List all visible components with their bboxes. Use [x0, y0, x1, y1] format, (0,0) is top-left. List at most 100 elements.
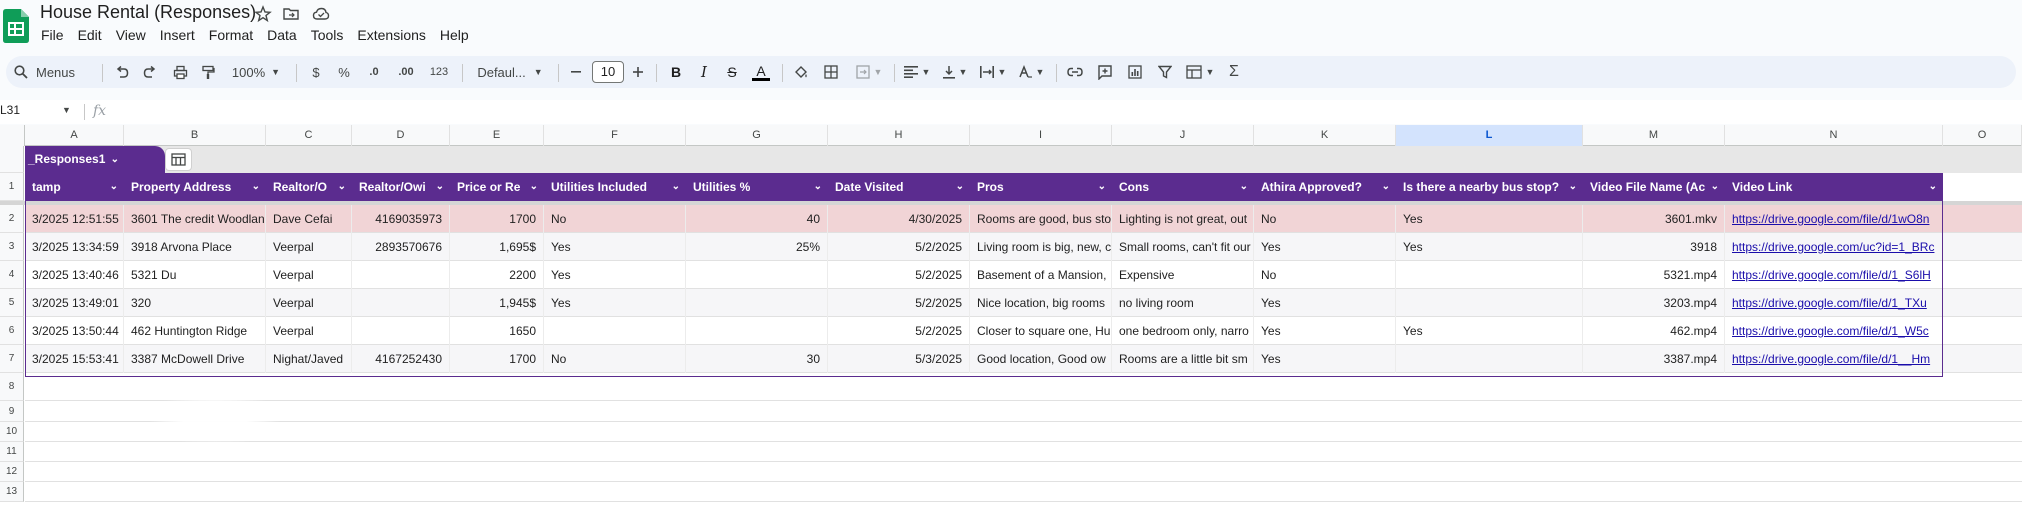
table-cell[interactable]: 3601 The credit Woodlan — [124, 205, 266, 233]
table-cell[interactable]: 3/2025 15:53:41 — [25, 345, 124, 373]
fill-color-button[interactable] — [788, 56, 814, 88]
table-cell[interactable]: Nice location, big rooms — [970, 289, 1112, 317]
table-column-header[interactable]: Video Link ⌄ — [1725, 173, 1943, 201]
row-header[interactable]: 9 — [0, 401, 24, 422]
table-cell[interactable]: 1700 — [450, 205, 544, 233]
merge-cells-button[interactable]: ▼ — [850, 56, 888, 88]
zoom-select[interactable]: 100% ▼ — [228, 56, 284, 88]
table-cell[interactable]: 5/2/2025 — [828, 317, 970, 345]
chevron-down-icon[interactable]: ⌄ — [338, 173, 346, 201]
table-column-header[interactable]: Utilities % ⌄ — [686, 173, 828, 201]
table-cell[interactable]: Expensive — [1112, 261, 1254, 289]
column-header-h[interactable]: H — [828, 125, 970, 146]
table-cell[interactable]: 1700 — [450, 345, 544, 373]
table-cell[interactable]: Yes — [1254, 317, 1396, 345]
column-header-j[interactable]: J — [1112, 125, 1254, 146]
table-view-toggle[interactable] — [165, 148, 192, 171]
chevron-down-icon[interactable]: ⌄ — [1382, 173, 1390, 201]
table-cell[interactable]: Small rooms, can't fit our — [1112, 233, 1254, 261]
strikethrough-button[interactable]: S — [720, 56, 744, 88]
table-cell[interactable]: Basement of a Mansion, — [970, 261, 1112, 289]
table-column-header[interactable]: Athira Approved? ⌄ — [1254, 173, 1396, 201]
table-cell[interactable]: one bedroom only, narro — [1112, 317, 1254, 345]
insert-comment-button[interactable] — [1092, 56, 1118, 88]
table-cell[interactable]: Rooms are a little bit sm — [1112, 345, 1254, 373]
horizontal-align-button[interactable]: ▼ — [900, 56, 934, 88]
table-column-header[interactable]: Cons ⌄ — [1112, 173, 1254, 201]
table-cell[interactable]: No — [1254, 261, 1396, 289]
table-column-header[interactable]: Utilities Included ⌄ — [544, 173, 686, 201]
font-size-input[interactable]: 10 — [592, 61, 624, 83]
table-cell[interactable]: 3601.mkv — [1583, 205, 1725, 233]
move-folder-icon[interactable] — [282, 5, 300, 23]
increase-decimal-button[interactable]: .00 — [392, 56, 420, 88]
text-rotation-button[interactable]: ▼ — [1014, 56, 1048, 88]
column-header-i[interactable]: I — [970, 125, 1112, 146]
chevron-down-icon[interactable]: ⌄ — [814, 173, 822, 201]
chevron-down-icon[interactable]: ⌄ — [672, 173, 680, 201]
video-link[interactable]: https://drive.google.com/file/d/1wO8n — [1725, 205, 1943, 233]
row-header[interactable]: 2 — [0, 205, 24, 233]
table-cell[interactable]: Yes — [1254, 233, 1396, 261]
column-header-f[interactable]: F — [544, 125, 686, 146]
chevron-down-icon[interactable]: ⌄ — [1569, 173, 1577, 201]
table-cell[interactable]: Rooms are good, bus sto — [970, 205, 1112, 233]
table-cell[interactable]: 2893570676 — [352, 233, 450, 261]
table-cell[interactable]: Yes — [1396, 233, 1583, 261]
table-cell[interactable]: 462 Huntington Ridge — [124, 317, 266, 345]
row-header[interactable]: 5 — [0, 289, 24, 317]
table-column-header[interactable]: Is there a nearby bus stop? ⌄ — [1396, 173, 1583, 201]
menu-data[interactable]: Data — [260, 26, 304, 46]
table-column-header[interactable]: Realtor/Owi ⌄ — [352, 173, 450, 201]
empty-row[interactable] — [25, 482, 2022, 502]
format-currency-button[interactable]: $ — [304, 56, 328, 88]
table-cell[interactable]: Veerpal — [266, 317, 352, 345]
video-link[interactable]: https://drive.google.com/file/d/1__Hm — [1725, 345, 1943, 373]
table-cell[interactable]: Yes — [544, 233, 686, 261]
table-cell[interactable]: Yes — [1254, 289, 1396, 317]
table-column-header[interactable]: Video File Name (Ac ⌄ — [1583, 173, 1725, 201]
table-cell[interactable] — [686, 317, 828, 345]
table-cell[interactable]: Closer to square one, Hu — [970, 317, 1112, 345]
table-cell[interactable]: Veerpal — [266, 261, 352, 289]
table-cell[interactable] — [1396, 261, 1583, 289]
table-cell[interactable]: 3/2025 13:40:46 — [25, 261, 124, 289]
row-header[interactable]: 6 — [0, 317, 24, 345]
table-column-header[interactable]: Date Visited ⌄ — [828, 173, 970, 201]
italic-button[interactable]: I — [692, 56, 716, 88]
insert-chart-button[interactable] — [1122, 56, 1148, 88]
table-cell[interactable]: Yes — [544, 289, 686, 317]
video-link[interactable]: https://drive.google.com/file/d/1_TXu — [1725, 289, 1943, 317]
table-cell[interactable] — [544, 317, 686, 345]
table-view-button[interactable]: ▼ — [1182, 56, 1218, 88]
text-wrapping-button[interactable]: ▼ — [976, 56, 1010, 88]
sheets-logo-icon[interactable] — [3, 9, 29, 43]
menu-edit[interactable]: Edit — [71, 26, 109, 46]
table-cell[interactable]: 25% — [686, 233, 828, 261]
table-column-header[interactable]: Pros ⌄ — [970, 173, 1112, 201]
table-cell[interactable]: 1650 — [450, 317, 544, 345]
empty-row[interactable] — [25, 373, 2022, 401]
video-link[interactable]: https://drive.google.com/file/d/1_S6lH — [1725, 261, 1943, 289]
row-header[interactable]: 12 — [0, 462, 24, 482]
undo-button[interactable] — [110, 56, 134, 88]
column-header-g[interactable]: G — [686, 125, 828, 146]
menu-insert[interactable]: Insert — [153, 26, 202, 46]
empty-row[interactable] — [25, 401, 2022, 422]
table-cell[interactable]: Yes — [1396, 205, 1583, 233]
cloud-status-icon[interactable] — [312, 5, 330, 23]
table-cell[interactable]: 5321.mp4 — [1583, 261, 1725, 289]
table-cell[interactable]: 1,695$ — [450, 233, 544, 261]
table-cell[interactable] — [686, 289, 828, 317]
chevron-down-icon[interactable]: ⌄ — [1098, 173, 1106, 201]
create-filter-button[interactable] — [1152, 56, 1178, 88]
row-header[interactable]: 11 — [0, 442, 24, 462]
column-header-n[interactable]: N — [1725, 125, 1943, 146]
row-header[interactable]: 4 — [0, 261, 24, 289]
table-cell[interactable] — [686, 261, 828, 289]
paint-format-button[interactable] — [196, 56, 220, 88]
table-cell[interactable]: Dave Cefai — [266, 205, 352, 233]
chevron-down-icon[interactable]: ▼ — [62, 105, 71, 115]
borders-button[interactable] — [818, 56, 844, 88]
print-button[interactable] — [168, 56, 192, 88]
